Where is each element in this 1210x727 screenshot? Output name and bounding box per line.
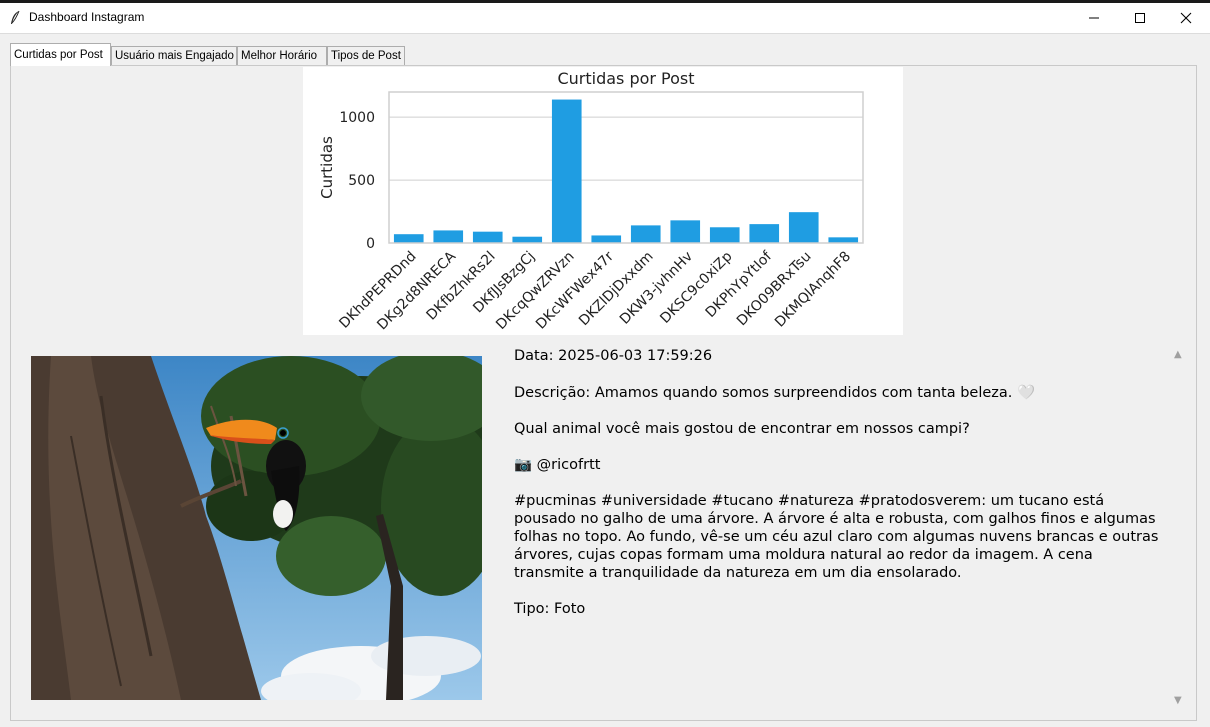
bar-DKcqQwZRVzn [551,99,582,243]
post-question: Qual animal você mais gostou de encontra… [514,421,970,437]
toucan-photo [31,356,482,700]
post-details-text: Data: 2025-06-03 17:59:26 Descrição: Ama… [512,347,1168,711]
post-photo [31,356,482,700]
y-tick-label: 500 [348,173,375,189]
bar-DKSC9c0xiZp [709,227,740,243]
likes-bar-chart: Curtidas por Post05001000DKhdPEPRDndDKg2… [318,69,864,333]
close-icon [1180,12,1192,24]
feather-icon [11,10,20,24]
bar-DKcWFWex47r [591,235,622,243]
post-date: Data: 2025-06-03 17:59:26 [514,348,713,364]
bar-DKg2d8NRECA [433,230,464,243]
tab-curtidas-por-post[interactable]: Curtidas por Post [10,43,111,66]
post-hashtags: #pucminas #universidade #tucano #naturez… [514,493,1159,581]
scroll-down-arrow-icon[interactable]: ▼ [1174,695,1182,706]
minimize-icon [1089,17,1099,19]
bar-DKW3-jvhnHv [670,220,701,243]
bar-DKMQlAnqhF8 [828,237,859,243]
bar-DKZlDjDxxdm [630,225,661,243]
bar-DKfJJsBzgCj [512,236,543,243]
y-tick-label: 0 [366,236,375,252]
x-tick-label: DKfbZhkRs2l [424,249,499,324]
y-tick-label: 1000 [339,110,375,126]
maximize-button[interactable] [1117,3,1163,33]
window-title: Dashboard Instagram [29,10,145,24]
minimize-button[interactable] [1071,3,1117,33]
title-bar: Dashboard Instagram [0,3,1210,34]
post-description: Descrição: Amamos quando somos surpreend… [514,385,1036,401]
tab-melhor-horario[interactable]: Melhor Horário [237,46,327,65]
bar-DKPhYpYtIof [749,224,780,243]
y-axis-label: Curtidas [318,136,336,199]
text-scrollbar[interactable]: ▲ ▼ [1170,347,1187,711]
tab-usuario-mais-engajado[interactable]: Usuário mais Engajado [111,46,237,65]
bar-DKfbZhkRs2l [472,231,503,243]
close-button[interactable] [1163,3,1209,33]
chart-title: Curtidas por Post [557,69,694,88]
bar-DKO09BRxTsu [788,212,819,243]
post-credit: 📷 @ricofrtt [514,457,601,473]
bar-DKhdPEPRDnd [393,234,424,243]
tab-tipos-de-post[interactable]: Tipos de Post [327,46,405,65]
scroll-up-arrow-icon[interactable]: ▲ [1174,349,1182,360]
likes-chart: Curtidas por Post 0 500 1000 DKhdPEPRDnd DKg2… [303,67,903,335]
maximize-icon [1135,13,1145,23]
post-type: Tipo: Foto [514,601,586,617]
